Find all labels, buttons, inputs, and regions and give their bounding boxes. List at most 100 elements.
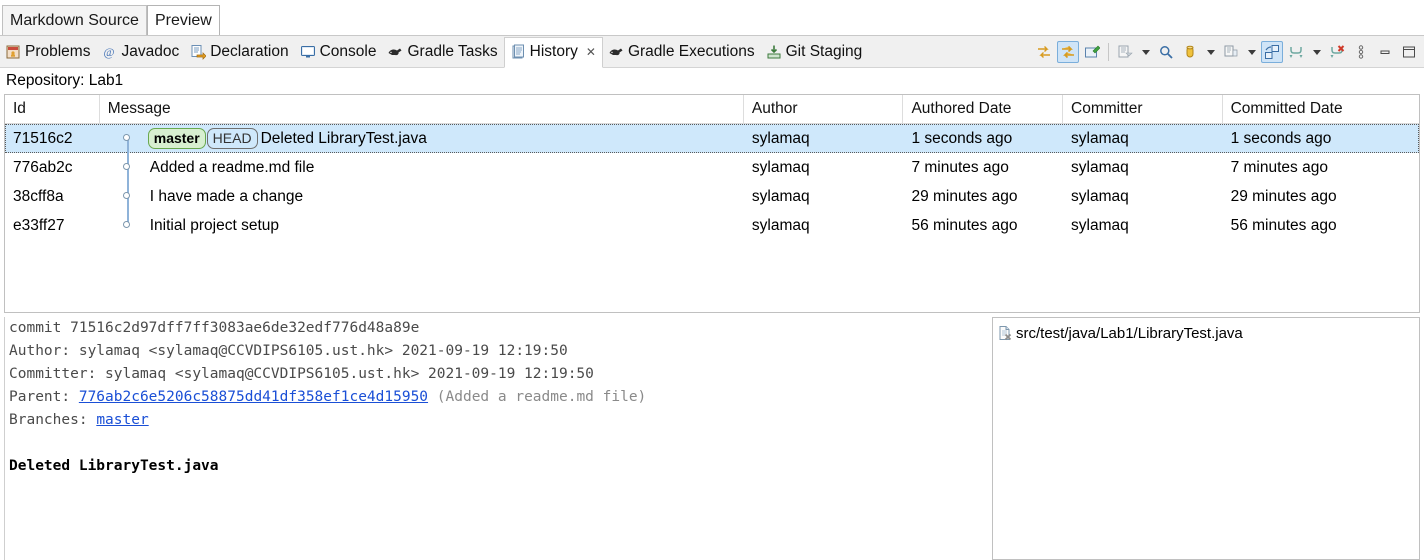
show-all-branches-button[interactable] (1057, 41, 1079, 63)
commit-message-text: Initial project setup (149, 217, 279, 234)
editor-tab-strip: Markdown Source Preview (0, 0, 1424, 36)
tab-history-label: History (529, 43, 578, 60)
cell-committed-date: 29 minutes ago (1230, 188, 1337, 205)
detail-branches-line: Branches: master (9, 409, 986, 432)
minimize-icon (1377, 44, 1393, 60)
chevron-down-icon (1247, 49, 1256, 55)
detail-branches-label: Branches: (9, 412, 97, 428)
tab-javadoc-label: Javadoc (121, 42, 180, 60)
filter-list-icon (1117, 44, 1133, 60)
column-header-author[interactable]: Author (744, 95, 904, 123)
tab-console-label: Console (319, 42, 377, 60)
commit-detail-panel[interactable]: commit 71516c2d97dff7ff3083ae6de32edf776… (4, 317, 986, 560)
detail-author-line: Author: sylamaq <sylamaq@CCVDIPS6105.ust… (9, 343, 568, 359)
cell-message: I have made a change (100, 182, 744, 211)
view-menu-button[interactable] (1350, 41, 1372, 63)
editor-tab-preview[interactable]: Preview (146, 5, 220, 35)
cell-author: sylamaq (751, 130, 810, 147)
compare-with-each-other-button[interactable] (1220, 41, 1242, 63)
cell-committer: sylamaq (1071, 159, 1129, 176)
column-header-id[interactable]: Id (5, 95, 100, 123)
commit-message-text: Added a readme.md file (149, 159, 315, 176)
table-row[interactable]: 776ab2c Added a readme.md file sylamaq 7… (5, 153, 1419, 182)
gradle-icon (608, 44, 624, 60)
ref-badge-branch[interactable]: master (147, 128, 206, 149)
cell-id: 776ab2c (13, 159, 73, 176)
commit-history-table: Id Message Author Authored Date Committe… (4, 94, 1420, 313)
cell-author: sylamaq (751, 159, 810, 176)
merge-delete-icon (1329, 44, 1345, 60)
configure-columns-dropdown[interactable] (1244, 41, 1259, 63)
tab-console[interactable]: Console (295, 37, 383, 67)
cell-message: Initial project setup (100, 211, 744, 240)
filter-dropdown-arrow[interactable] (1203, 41, 1218, 63)
maximize-icon (1401, 44, 1417, 60)
commit-message-text: I have made a change (149, 188, 304, 205)
maximize-button[interactable] (1398, 41, 1420, 63)
toggle-comment-button[interactable] (1261, 41, 1283, 63)
two-arrows-yellow-selected-icon (1060, 44, 1076, 60)
ref-badge-head[interactable]: HEAD (206, 128, 258, 149)
cell-committed-date: 56 minutes ago (1230, 217, 1337, 234)
column-header-committed-date[interactable]: Committed Date (1223, 95, 1419, 123)
cell-committer: sylamaq (1071, 188, 1129, 205)
javadoc-icon: @ (101, 44, 117, 60)
commit-graph-node (108, 211, 148, 240)
problems-icon (5, 44, 21, 60)
search-icon (1158, 44, 1174, 60)
commit-graph-node (108, 182, 148, 211)
editor-tab-markdown-source[interactable]: Markdown Source (2, 5, 147, 35)
file-path-label: src/test/java/Lab1/LibraryTest.java (1016, 324, 1243, 342)
table-header-row: Id Message Author Authored Date Committe… (5, 95, 1419, 124)
cell-committer: sylamaq (1071, 217, 1129, 234)
filter-resource-button[interactable] (1179, 41, 1201, 63)
tab-problems[interactable]: Problems (0, 37, 96, 67)
tab-javadoc[interactable]: @ Javadoc (96, 37, 185, 67)
commit-message-text: Deleted LibraryTest.java (260, 130, 427, 147)
detail-commit-line: commit 71516c2d97dff7ff3083ae6de32edf776… (9, 320, 420, 336)
tab-declaration-label: Declaration (210, 42, 289, 60)
table-body: 71516c2 master HEAD Deleted LibraryTest.… (5, 124, 1419, 240)
table-row[interactable]: 38cff8a I have made a change sylamaq 29 … (5, 182, 1419, 211)
tab-git-staging[interactable]: Git Staging (761, 37, 869, 67)
search-button[interactable] (1155, 41, 1177, 63)
open-git-repository-button[interactable] (1081, 41, 1103, 63)
git-staging-icon (766, 44, 782, 60)
tab-history[interactable]: History ✕ (503, 36, 603, 68)
tab-declaration[interactable]: Declaration (185, 37, 294, 67)
tab-gradle-tasks[interactable]: Gradle Tasks (382, 37, 503, 67)
detail-parent-label: Parent: (9, 389, 79, 405)
close-icon[interactable]: ✕ (586, 45, 596, 59)
cell-authored-date: 29 minutes ago (911, 188, 1018, 205)
find-dropdown-arrow[interactable] (1138, 41, 1153, 63)
list-item[interactable]: src/test/java/Lab1/LibraryTest.java (997, 323, 1415, 343)
merge-button[interactable] (1285, 41, 1307, 63)
delete-branch-button[interactable] (1326, 41, 1348, 63)
parent-commit-link[interactable]: 776ab2c6e5206c58875dd41df358ef1ce4d15950 (79, 389, 428, 405)
two-arrows-yellow-icon (1036, 44, 1052, 60)
column-header-message[interactable]: Message (100, 95, 744, 123)
merge-arrows-icon (1288, 44, 1304, 60)
layout-blue-icon (1264, 44, 1280, 60)
bottom-split: commit 71516c2d97dff7ff3083ae6de32edf776… (4, 317, 1420, 560)
column-header-committer[interactable]: Committer (1063, 95, 1223, 123)
minimize-button[interactable] (1374, 41, 1396, 63)
find-toggle-button[interactable] (1114, 41, 1136, 63)
cell-message: master HEAD Deleted LibraryTest.java (100, 124, 744, 153)
column-header-authored-date[interactable]: Authored Date (903, 95, 1064, 123)
column-yellow-icon (1182, 44, 1198, 60)
cell-author: sylamaq (751, 188, 810, 205)
changed-files-panel[interactable]: src/test/java/Lab1/LibraryTest.java (992, 317, 1420, 560)
chevron-down-icon (1206, 49, 1215, 55)
cell-committed-date: 1 seconds ago (1230, 130, 1332, 147)
tab-gradle-executions[interactable]: Gradle Executions (603, 37, 761, 67)
compare-mode-button[interactable] (1033, 41, 1055, 63)
branch-link-master[interactable]: master (96, 412, 148, 428)
cell-id: e33ff27 (13, 217, 65, 234)
toolbar-separator (1108, 43, 1109, 61)
table-row[interactable]: 71516c2 master HEAD Deleted LibraryTest.… (5, 124, 1419, 153)
table-row[interactable]: e33ff27 Initial project setup sylamaq 56… (5, 211, 1419, 240)
history-icon (510, 44, 526, 60)
merge-dropdown-arrow[interactable] (1309, 41, 1324, 63)
cell-author: sylamaq (751, 217, 810, 234)
